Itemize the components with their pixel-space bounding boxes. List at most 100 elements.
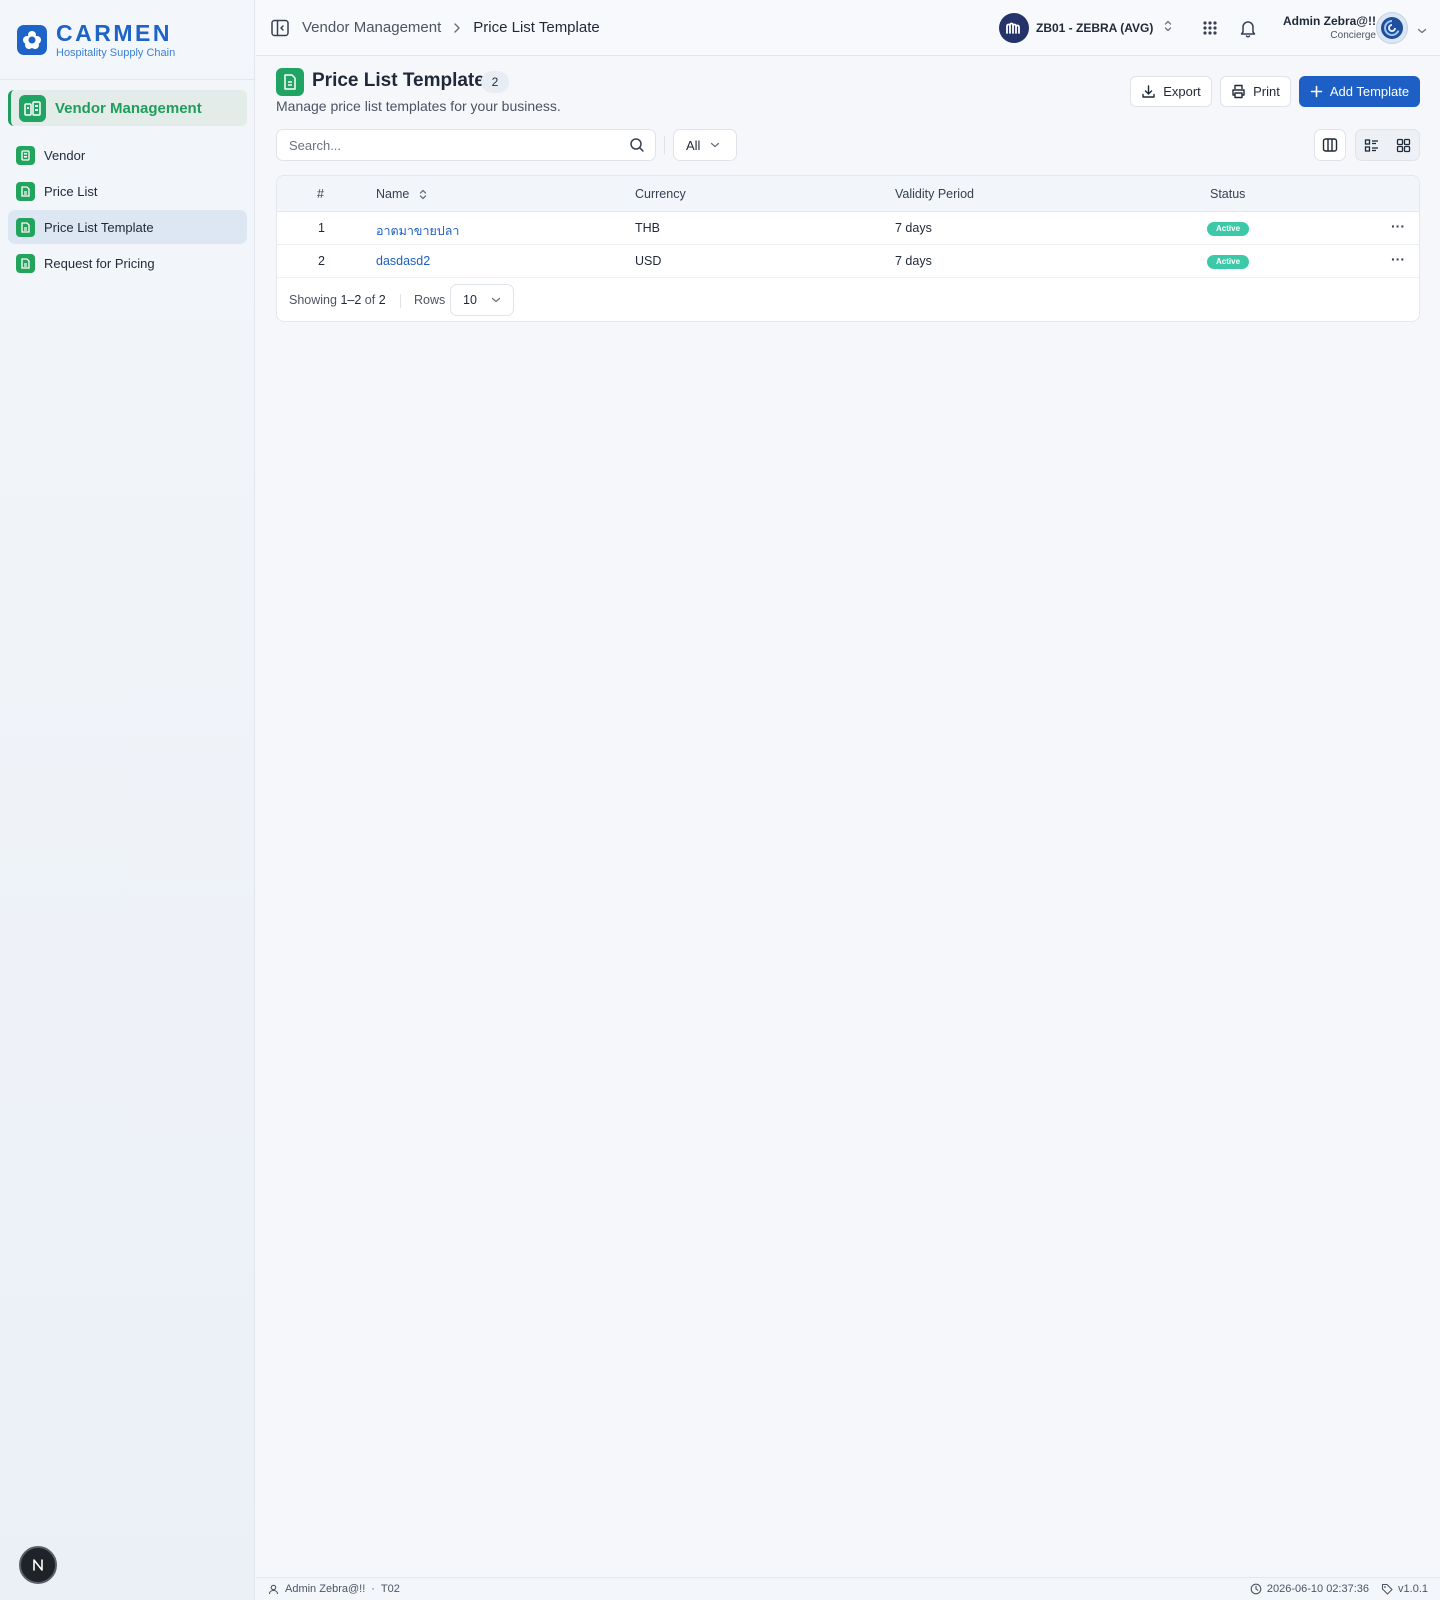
showing-total: 2 — [378, 293, 386, 307]
template-name-link[interactable]: dasdasd2 — [376, 254, 430, 268]
sidebar-toggle-icon[interactable] — [270, 18, 290, 38]
status-user: Admin Zebra@!! — [285, 1583, 366, 1595]
print-label: Print — [1253, 84, 1280, 99]
showing-label: Showing — [289, 293, 337, 307]
row-actions-more-icon[interactable]: ··· — [1391, 251, 1405, 267]
top-bar: Vendor Management Price List Template ZB… — [256, 0, 1440, 56]
brand-subtitle: Hospitality Supply Chain — [56, 47, 176, 59]
user-menu[interactable]: Admin Zebra@!! Concierge — [1274, 14, 1376, 41]
of-label: of — [364, 293, 376, 307]
column-validity-period: Validity Period — [895, 187, 974, 201]
brand[interactable]: CARMEN Hospitality Supply Chain — [0, 0, 254, 80]
user-icon — [268, 1584, 279, 1594]
row-currency: THB — [635, 221, 660, 235]
column-name[interactable]: Name — [376, 187, 409, 201]
count-badge: 2 — [481, 71, 509, 93]
showing-summary: Showing 1–2 of 2 — [289, 293, 386, 307]
status-badge: Active — [1207, 255, 1250, 269]
chevron-down-icon — [711, 142, 720, 148]
business-unit-switcher[interactable]: ZB01 - ZEBRA (AVG) — [999, 12, 1173, 44]
template-name-link[interactable]: อาตมาขายปลา — [376, 221, 459, 241]
vendor-management-icon — [19, 94, 46, 122]
search-icon[interactable] — [629, 137, 645, 158]
status-badge: Active — [1207, 222, 1250, 236]
column-status: Status — [1210, 187, 1246, 201]
table-row[interactable]: 1 อาตมาขายปลา THB 7 days Active ··· — [277, 212, 1419, 245]
tag-icon — [1381, 1583, 1393, 1595]
add-template-label: Add Template — [1329, 84, 1410, 99]
sort-icon[interactable] — [418, 188, 428, 204]
column-currency: Currency — [635, 187, 686, 201]
price-list-template-icon — [276, 68, 304, 96]
column-index: # — [317, 187, 324, 201]
table-row[interactable]: 2 dasdasd2 USD 7 days Active ··· — [277, 245, 1419, 278]
dev-tools-badge[interactable] — [19, 1546, 57, 1584]
divider — [664, 136, 665, 154]
sidebar: CARMEN Hospitality Supply Chain Vendor M… — [0, 0, 255, 1600]
row-index: 2 — [318, 254, 325, 268]
page-description: Manage price list templates for your bus… — [276, 98, 561, 114]
sidebar-item-label: Vendor — [44, 147, 86, 163]
add-template-button[interactable]: Add Template — [1299, 76, 1420, 107]
row-actions-more-icon[interactable]: ··· — [1391, 218, 1405, 234]
sidebar-item-price-list-template[interactable]: Price List Template — [8, 210, 247, 244]
grid-view-button[interactable] — [1388, 130, 1420, 160]
divider — [400, 294, 401, 308]
export-label: Export — [1163, 84, 1201, 99]
table-header: # Name Currency Validity Period Status — [277, 176, 1419, 212]
status-bar: Admin Zebra@!! · T02 2026-06-10 02:37:36… — [256, 1577, 1440, 1600]
document-icon — [16, 181, 35, 201]
sidebar-item-request-for-pricing[interactable]: Request for Pricing — [8, 246, 247, 280]
separator-dot: · — [371, 1583, 375, 1595]
business-unit-name: ZB01 - ZEBRA (AVG) — [1036, 21, 1154, 35]
rows-per-page-select[interactable]: 10 — [450, 284, 514, 316]
print-button[interactable]: Print — [1220, 76, 1291, 107]
sidebar-item-label: Price List Template — [44, 219, 154, 235]
clock-icon — [1250, 1583, 1262, 1595]
notification-bell-icon[interactable] — [1239, 18, 1257, 38]
avatar[interactable] — [1376, 12, 1408, 44]
status-datetime: 2026-06-10 02:37:36 — [1266, 1583, 1370, 1595]
row-currency: USD — [635, 254, 662, 268]
breadcrumb-parent[interactable]: Vendor Management — [302, 19, 441, 36]
breadcrumb: Vendor Management Price List Template — [302, 19, 600, 36]
showing-range: 1–2 — [340, 293, 362, 307]
plus-icon — [1310, 85, 1323, 98]
sidebar-nav: Vendor Price List Price List Template Re… — [8, 138, 247, 282]
user-role: Concierge — [1330, 30, 1376, 41]
brand-name: CARMEN — [56, 20, 172, 46]
chevron-up-down-icon — [1163, 19, 1173, 38]
business-unit-logo-icon — [999, 13, 1029, 43]
list-view-button[interactable] — [1356, 130, 1388, 160]
columns-icon — [1322, 138, 1338, 152]
page-title: Price List Template — [312, 70, 485, 91]
printer-icon — [1232, 84, 1245, 99]
document-icon — [16, 253, 35, 273]
apps-grid-icon[interactable] — [1201, 19, 1219, 37]
export-button[interactable]: Export — [1130, 76, 1212, 107]
sidebar-item-vendor[interactable]: Vendor — [8, 138, 247, 172]
templates-table: # Name Currency Validity Period Status 1… — [276, 175, 1420, 322]
carmen-logo-icon — [17, 24, 47, 55]
search-input[interactable] — [289, 130, 619, 160]
user-name: Admin Zebra@!! — [1282, 14, 1376, 28]
pagination-bar: Showing 1–2 of 2 Rows 10 — [277, 278, 1419, 321]
module-header-vendor-management[interactable]: Vendor Management — [8, 90, 247, 126]
chevron-down-icon[interactable] — [1417, 22, 1427, 40]
status-version: v1.0.1 — [1398, 1583, 1428, 1595]
breadcrumb-current: Price List Template — [473, 19, 600, 36]
row-index: 1 — [318, 221, 325, 235]
chevron-down-icon — [491, 297, 501, 303]
rows-per-page-value: 10 — [463, 293, 477, 307]
status-filter-select[interactable]: All — [673, 129, 737, 161]
rows-label: Rows — [414, 293, 446, 307]
download-icon — [1142, 85, 1155, 98]
vendor-icon — [16, 145, 35, 165]
module-label: Vendor Management — [55, 99, 202, 117]
list-view-icon — [1365, 138, 1379, 152]
column-settings-button[interactable] — [1314, 129, 1346, 161]
search-box — [276, 129, 656, 161]
status-filter-value: All — [686, 137, 701, 153]
row-validity: 7 days — [895, 221, 932, 235]
sidebar-item-price-list[interactable]: Price List — [8, 174, 247, 208]
